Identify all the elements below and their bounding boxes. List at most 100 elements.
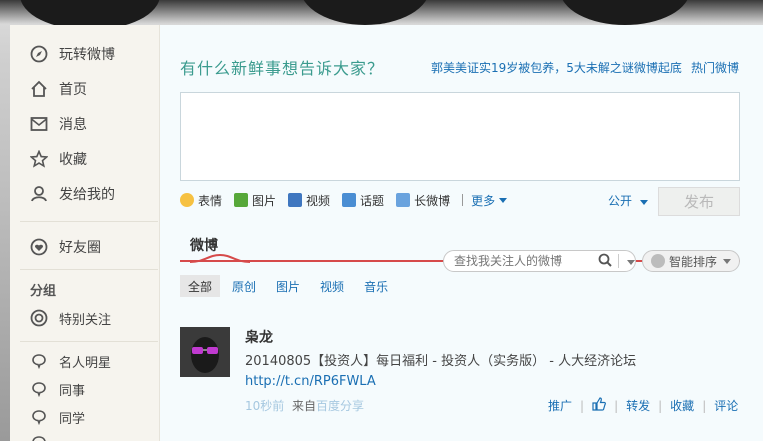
group-heading: 分组: [30, 284, 57, 299]
sort-label: 智能排序: [669, 254, 718, 269]
filter-music[interactable]: 音乐: [356, 275, 396, 297]
avatar[interactable]: [180, 327, 230, 377]
chevron-down-icon: [639, 200, 648, 205]
thumbs-up-icon: [592, 397, 606, 411]
comment-button[interactable]: 评论: [714, 397, 738, 414]
feed-filters: 全部 原创 图片 视频 音乐: [180, 275, 400, 297]
nav-item-group-celebrities[interactable]: 名人明星: [10, 346, 160, 376]
document-icon: [396, 193, 411, 207]
filter-video[interactable]: 视频: [312, 275, 352, 297]
action-separator: |: [702, 398, 707, 413]
favorite-button[interactable]: 收藏: [670, 397, 694, 414]
hot-weibo-link[interactable]: 热门微博: [691, 59, 739, 76]
search-icon[interactable]: [598, 253, 612, 270]
post-actions: 推广 | | 转发 | 收藏 | 评论: [548, 397, 738, 414]
filter-original[interactable]: 原创: [224, 275, 264, 297]
nav-divider: [20, 269, 158, 270]
tool-label: 图片: [252, 193, 277, 208]
tool-label: 视频: [306, 193, 331, 208]
topic-button[interactable]: 话题: [342, 192, 384, 209]
nav-label: 发给我的: [59, 187, 115, 203]
post-author[interactable]: 枭龙: [245, 327, 273, 347]
chevron-down-icon: [723, 258, 732, 264]
sort-dropdown[interactable]: 智能排序: [642, 250, 740, 272]
repost-button[interactable]: 转发: [626, 397, 650, 414]
nav-item-special-follow[interactable]: 特别关注: [10, 303, 160, 333]
emoji-button[interactable]: 表情: [180, 192, 222, 209]
more-label: 更多: [471, 193, 496, 208]
topic-icon: [342, 193, 357, 207]
mail-icon: [30, 115, 48, 133]
visibility-dropdown[interactable]: 公开: [608, 192, 648, 209]
speech-bubble-icon: [30, 408, 48, 426]
target-icon: [30, 309, 48, 327]
more-tools-dropdown[interactable]: 更多: [471, 192, 508, 209]
nav-item-friends[interactable]: 好友圈: [10, 232, 160, 262]
nav-item-explore[interactable]: 玩转微博: [10, 39, 160, 69]
nav-label: 同学: [59, 411, 86, 427]
tool-label: 长微博: [414, 193, 451, 208]
compose-prompt: 有什么新鲜事想告诉大家？: [180, 59, 385, 78]
action-separator: |: [614, 398, 619, 413]
compose-toolbar: 表情 图片 视频 话题 长微博 更多: [180, 190, 519, 210]
nav-item-group-more[interactable]: [10, 428, 160, 441]
active-tab-wave: [190, 254, 250, 263]
compass-icon: [30, 45, 48, 63]
user-icon: [30, 185, 48, 203]
compose-textarea[interactable]: [181, 93, 739, 180]
home-icon: [30, 80, 48, 98]
speech-bubble-icon: [30, 352, 48, 370]
feed-title[interactable]: 微博: [190, 235, 218, 255]
nav-item-favorites[interactable]: 收藏: [10, 144, 160, 174]
tool-label: 话题: [360, 193, 385, 208]
filter-all[interactable]: 全部: [180, 275, 221, 297]
chevron-down-icon: [499, 197, 508, 203]
nav-label: 特别关注: [59, 312, 112, 328]
feed-search[interactable]: [443, 250, 636, 272]
filter-images[interactable]: 图片: [268, 275, 308, 297]
post-source: 来自百度分享: [292, 397, 364, 414]
post-link[interactable]: http://t.cn/RP6FWLA: [245, 374, 376, 389]
nav-label: 名人明星: [59, 355, 112, 371]
post-text: 20140805【投资人】每日福利 - 投资人（实务版） - 人大经济论坛: [245, 354, 637, 369]
toolbar-separator: [462, 194, 464, 206]
nav-label: 收藏: [59, 152, 87, 168]
source-link[interactable]: 百度分享: [316, 399, 364, 413]
nav-label: 好友圈: [59, 240, 101, 256]
speech-bubble-icon: [30, 434, 48, 441]
speech-bubble-icon: [30, 380, 48, 398]
image-icon: [234, 193, 249, 207]
action-separator: |: [658, 398, 663, 413]
nav-item-home[interactable]: 首页: [10, 74, 160, 104]
source-prefix: 来自: [292, 399, 317, 413]
action-separator: |: [580, 398, 585, 413]
nav-label: 首页: [59, 82, 87, 98]
smart-sort-icon: [651, 254, 665, 268]
nav-label: 消息: [59, 117, 87, 133]
like-button[interactable]: [592, 397, 606, 414]
post-time[interactable]: 10秒前: [245, 397, 284, 414]
image-button[interactable]: 图片: [234, 192, 276, 209]
star-icon: [30, 150, 48, 168]
compose-box[interactable]: [180, 92, 740, 181]
tool-label: 表情: [198, 193, 223, 208]
video-button[interactable]: 视频: [288, 192, 330, 209]
nav-item-messages[interactable]: 消息: [10, 109, 160, 139]
smiley-icon: [180, 193, 194, 207]
main-content: 有什么新鲜事想告诉大家？ 郭美美证实19岁被包养，5大未解之谜微博起底 热门微博…: [160, 25, 763, 441]
nav-divider: [20, 341, 158, 342]
nav-label: 玩转微博: [59, 47, 115, 63]
publish-button[interactable]: 发布: [658, 187, 740, 216]
nav-label: 同事: [59, 383, 86, 399]
search-dropdown-icon[interactable]: [618, 254, 635, 268]
nav-item-mentions[interactable]: 发给我的: [10, 179, 160, 209]
long-weibo-button[interactable]: 长微博: [396, 192, 450, 209]
feed-search-input[interactable]: [454, 254, 584, 268]
nav-divider: [20, 221, 158, 222]
left-sidebar: 玩转微博 首页 消息 收藏 发给我的 好友圈 分组 特别关注 名人明星 同事 同…: [10, 25, 160, 441]
promote-button[interactable]: 推广: [548, 397, 572, 414]
hot-topic-link[interactable]: 郭美美证实19岁被包养，5大未解之谜微博起底: [431, 59, 682, 76]
visibility-label: 公开: [608, 194, 633, 208]
video-icon: [288, 193, 303, 207]
nav-item-group-coworkers[interactable]: 同事: [10, 374, 160, 404]
